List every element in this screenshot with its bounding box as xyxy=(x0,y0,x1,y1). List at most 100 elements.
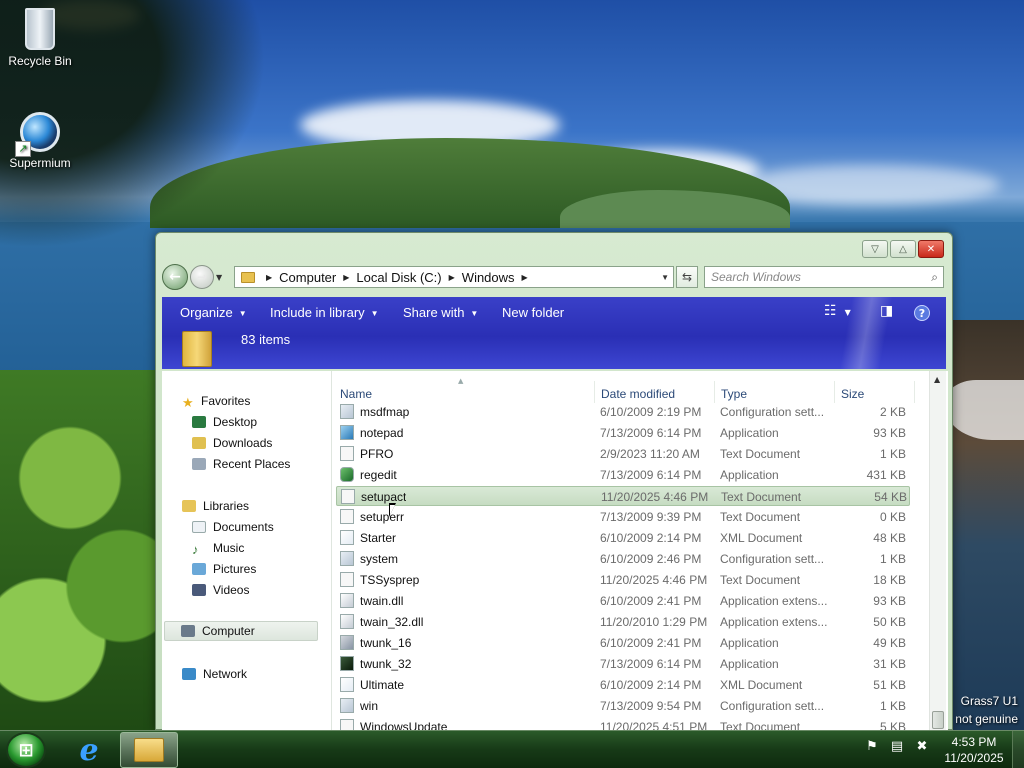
file-size: 93 KB xyxy=(873,594,906,608)
nav-item-label: Pictures xyxy=(213,562,257,576)
column-divider[interactable] xyxy=(834,381,835,403)
file-size: 2 KB xyxy=(879,405,906,419)
desktop-icon-supermium[interactable]: Supermium xyxy=(0,112,80,170)
file-name: twain.dll xyxy=(360,594,404,608)
change-view-button[interactable]: ☷ ▼ xyxy=(824,303,851,319)
chevron-right-icon[interactable]: ▶ xyxy=(343,273,349,282)
file-size: 54 KB xyxy=(874,490,907,504)
column-divider[interactable] xyxy=(714,381,715,403)
help-icon[interactable]: ? xyxy=(914,305,930,321)
file-row[interactable]: twunk_32 7/13/2009 6:14 PM Application 31 K… xyxy=(336,654,910,674)
recent-pages-dropdown[interactable]: ▼ xyxy=(216,273,226,282)
videos-icon xyxy=(192,584,206,596)
file-row[interactable]: twunk_16 6/10/2009 2:41 PM Application 49 K… xyxy=(336,633,910,653)
refresh-button[interactable]: ⇆ xyxy=(676,266,698,288)
column-header-size[interactable]: Size xyxy=(841,387,864,401)
windows-logo-icon: ⊞ xyxy=(18,739,34,761)
vertical-scrollbar[interactable]: ▲ xyxy=(929,371,946,731)
nav-item-label: Favorites xyxy=(201,394,251,408)
desktop-icon-label: Supermium xyxy=(9,156,71,170)
forward-button[interactable]: → xyxy=(190,265,214,289)
close-button[interactable]: ✕ xyxy=(918,240,944,258)
clock-date: 11/20/2025 xyxy=(944,751,1004,765)
file-date-modified: 11/20/2025 4:46 PM xyxy=(601,490,709,504)
file-type: Configuration sett... xyxy=(720,552,825,566)
column-divider[interactable] xyxy=(594,381,595,403)
scrollbar-thumb[interactable] xyxy=(932,711,944,729)
file-row[interactable]: notepad 7/13/2009 6:14 PM Application 93 KB xyxy=(336,423,910,443)
file-size: 48 KB xyxy=(873,531,906,545)
nav-item-computer[interactable]: Computer xyxy=(164,621,318,641)
file-name: PFRO xyxy=(360,447,394,461)
file-row[interactable]: win 7/13/2009 9:54 PM Configuration sett..… xyxy=(336,696,910,716)
watermark-line-1: Grass7 U1 xyxy=(960,694,1018,708)
organize-button[interactable]: Organize ▼ xyxy=(180,305,247,320)
file-type: Application xyxy=(720,468,779,482)
start-button[interactable]: ⊞ xyxy=(6,732,46,768)
file-row[interactable]: Starter 6/10/2009 2:14 PM XML Document 48 K… xyxy=(336,528,910,548)
preview-pane-icon: ◨ xyxy=(880,303,894,319)
column-header-name[interactable]: Name xyxy=(340,387,372,401)
scroll-up-icon[interactable]: ▲ xyxy=(934,375,940,384)
minimize-button[interactable]: ▽ xyxy=(862,240,888,258)
explorer-window[interactable]: ▽ △ ✕ ← → ▼ ▶ Computer ▶ Local Disk (C:)… xyxy=(155,232,953,731)
breadcrumb-computer[interactable]: Computer xyxy=(279,270,336,285)
file-size: 50 KB xyxy=(873,615,906,629)
file-row[interactable]: TSSysprep 11/20/2025 4:46 PM Text Document… xyxy=(336,570,910,590)
column-divider[interactable] xyxy=(914,381,915,403)
file-dll-icon xyxy=(340,614,354,629)
file-type: Configuration sett... xyxy=(720,405,825,419)
file-row[interactable]: msdfmap 6/10/2009 2:19 PM Configuration se… xyxy=(336,402,910,422)
share-with-button[interactable]: Share with ▼ xyxy=(403,305,478,320)
chevron-right-icon[interactable]: ▶ xyxy=(266,273,272,282)
chevron-right-icon[interactable]: ▶ xyxy=(449,273,455,282)
pane-splitter[interactable] xyxy=(320,371,332,731)
search-input[interactable]: Search Windows ⌕ xyxy=(704,266,944,288)
search-icon[interactable]: ⌕ xyxy=(931,270,938,285)
taskbar-internet-explorer[interactable]: e xyxy=(60,732,118,768)
chevron-down-icon: ▼ xyxy=(470,309,479,319)
include-in-library-button[interactable]: Include in library ▼ xyxy=(270,305,379,320)
network-icon[interactable]: ▤ xyxy=(889,739,905,754)
file-size: 51 KB xyxy=(873,678,906,692)
file-size: 1 KB xyxy=(879,699,906,713)
file-date-modified: 6/10/2009 2:19 PM xyxy=(600,405,702,419)
file-row[interactable]: regedit 7/13/2009 6:14 PM Application 431 K… xyxy=(336,465,910,485)
flag-icon[interactable]: ⚑ xyxy=(864,739,880,754)
file-date-modified: 6/10/2009 2:14 PM xyxy=(600,678,702,692)
new-folder-button[interactable]: New folder xyxy=(502,305,564,320)
column-header-type[interactable]: Type xyxy=(721,387,747,401)
column-header-date-modified[interactable]: Date modified xyxy=(601,387,675,401)
volume-muted-icon[interactable]: ✖ xyxy=(914,739,930,754)
nav-item-network[interactable]: Network xyxy=(182,664,340,684)
preview-pane-button[interactable]: ◨ xyxy=(880,303,893,319)
file-row[interactable]: system 6/10/2009 2:46 PM Configuration set… xyxy=(336,549,910,569)
file-row[interactable]: Ultimate 6/10/2009 2:14 PM XML Document 51 … xyxy=(336,675,910,695)
file-name: Ultimate xyxy=(360,678,405,692)
network-icon xyxy=(182,668,196,680)
file-row[interactable]: twain_32.dll 11/20/2010 1:29 PM Applicatio… xyxy=(336,612,910,632)
taskbar-windows-explorer[interactable] xyxy=(120,732,178,768)
file-list: ▲ Name Date modified Type Size msdfmap 6/… xyxy=(332,371,948,731)
system-clock[interactable]: 4:53 PM 11/20/2025 xyxy=(940,734,1008,766)
desktop-icon-recycle-bin[interactable]: Recycle Bin xyxy=(0,8,80,68)
desktop-icon-label: Recycle Bin xyxy=(8,54,72,68)
show-desktop-button[interactable] xyxy=(1012,731,1024,768)
maximize-button[interactable]: △ xyxy=(890,240,916,258)
star-icon: ★ xyxy=(182,395,194,410)
file-type: Text Document xyxy=(721,490,802,504)
file-row[interactable]: PFRO 2/9/2023 11:20 AM Text Document 1 KB xyxy=(336,444,910,464)
file-row[interactable]: twain.dll 6/10/2009 2:41 PM Application ex… xyxy=(336,591,910,611)
breadcrumb-windows[interactable]: Windows xyxy=(462,270,515,285)
file-row[interactable]: setuperr 7/13/2009 9:39 PM Text Document 0 … xyxy=(336,507,910,527)
chevron-right-icon[interactable]: ▶ xyxy=(522,273,528,282)
back-button[interactable]: ← xyxy=(162,264,188,290)
address-bar[interactable]: ▶ Computer ▶ Local Disk (C:) ▶ Windows ▶… xyxy=(234,266,674,288)
file-row[interactable]: WindowsUpdate 11/20/2025 4:51 PM Text Docu… xyxy=(336,717,910,731)
breadcrumb-local-disk[interactable]: Local Disk (C:) xyxy=(356,270,441,285)
nav-item-favorites[interactable]: ★ Favorites xyxy=(182,391,340,411)
file-row[interactable]: setupact 11/20/2025 4:46 PM Text Document 5… xyxy=(336,486,910,506)
nav-item-libraries[interactable]: Libraries xyxy=(182,496,340,516)
chevron-down-icon[interactable]: ▼ xyxy=(661,273,669,282)
file-app-icon xyxy=(340,635,354,650)
